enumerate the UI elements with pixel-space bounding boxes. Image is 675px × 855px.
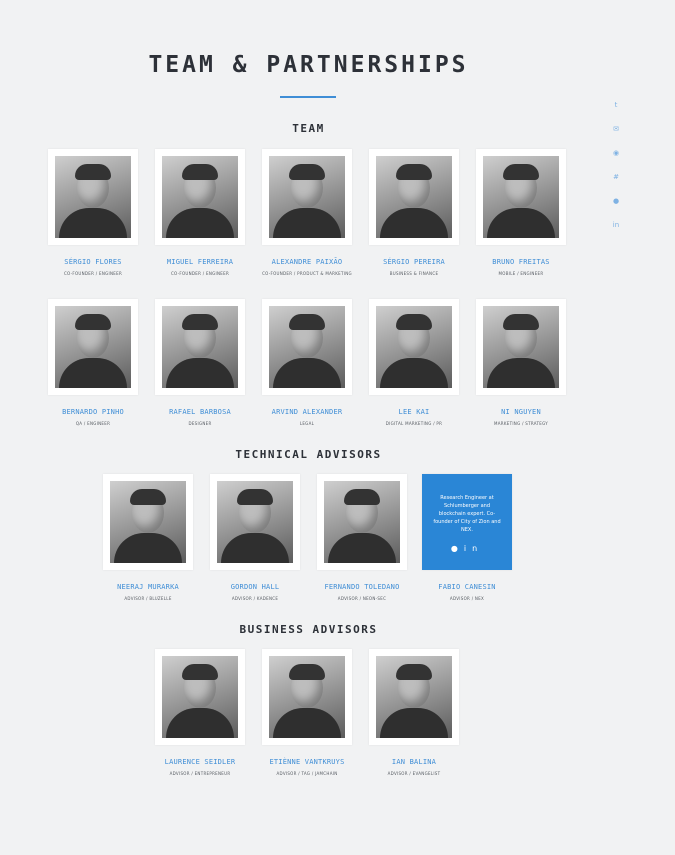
member-role: DESIGNER (188, 421, 212, 426)
photo-frame (369, 149, 459, 245)
bio-social-links: ●in (422, 544, 512, 553)
member-photo (376, 656, 452, 738)
advisor-card[interactable]: GORDON HALL ADVISOR / KADENCE (210, 474, 300, 601)
photo-frame (476, 299, 566, 395)
member-name: GORDON HALL (230, 583, 280, 591)
member-role: LEGAL (299, 421, 315, 426)
reddit-icon[interactable]: ◉ (611, 148, 621, 158)
photo-frame (262, 299, 352, 395)
member-name: BERNARDO PINHO (62, 408, 124, 416)
member-role: MARKETING / STRATEGY (493, 421, 549, 426)
advisor-bio: Research Engineer at Schlumberger and bl… (433, 495, 501, 533)
photo-frame (262, 149, 352, 245)
member-role: ADVISOR / TAG / JAMCHAIN (276, 771, 338, 776)
member-photo (483, 156, 559, 238)
github-icon[interactable]: ● (611, 196, 621, 206)
member-name: FERNANDO TOLEDANO (324, 583, 400, 591)
member-role: CO-FOUNDER / PRODUCT & MARKETING (262, 271, 352, 276)
member-name: SÉRGIO FLORES (64, 258, 122, 266)
member-name: ARVIND ALEXANDER (271, 408, 343, 416)
member-name: LEE KAI (398, 408, 430, 416)
member-photo (324, 481, 400, 563)
member-role: CO-FOUNDER / ENGINEER (170, 271, 230, 276)
advisor-card[interactable]: IAN BALINA ADVISOR / EVANGELIST (369, 649, 459, 776)
member-role: ADVISOR / NEX (449, 596, 485, 601)
team-member-card[interactable]: SÉRGIO FLORES CO-FOUNDER / ENGINEER (48, 149, 138, 276)
member-name: MIGUEL FERREIRA (166, 258, 234, 266)
member-role: BUSINESS & FINANCE (389, 271, 439, 276)
member-photo (269, 656, 345, 738)
member-name: NI NGUYEN (501, 408, 541, 416)
advisor-card[interactable]: Research Engineer at Schlumberger and bl… (422, 474, 512, 601)
photo-frame (262, 649, 352, 745)
photo-frame (155, 299, 245, 395)
member-role: CO-FOUNDER / ENGINEER (63, 271, 123, 276)
advisor-card[interactable]: FERNANDO TOLEDANO ADVISOR / NEON-SEC (317, 474, 407, 601)
member-photo (162, 156, 238, 238)
twitter-icon[interactable]: t (611, 100, 621, 110)
photo-frame (369, 649, 459, 745)
member-photo (269, 156, 345, 238)
member-name: RAFAEL BARBOSA (169, 408, 231, 416)
member-photo (55, 156, 131, 238)
member-role: ADVISOR / ENTREPRENEUR (169, 771, 231, 776)
member-role: ADVISOR / BLUZELLE (124, 596, 172, 601)
technical-advisors-title: TECHNICAL ADVISORS (235, 448, 382, 461)
member-photo (217, 481, 293, 563)
member-photo (376, 306, 452, 388)
member-name: SÉRGIO PEREIRA (383, 258, 445, 266)
photo-frame (476, 149, 566, 245)
member-role: ADVISOR / KADENCE (231, 596, 279, 601)
member-name: FABIO CANESIN (438, 583, 496, 591)
member-photo (162, 306, 238, 388)
member-role: MOBILE / ENGINEER (498, 271, 544, 276)
member-name: LAURENCE SEIDLER (164, 758, 236, 766)
member-role: ADVISOR / EVANGELIST (387, 771, 441, 776)
slack-icon[interactable]: # (611, 172, 621, 182)
member-photo (483, 306, 559, 388)
photo-frame (317, 474, 407, 570)
member-name: ALEXANDRE PAIXÃO (271, 258, 343, 266)
member-name: ETIÈNNE VANTKRUYS (269, 758, 345, 766)
photo-frame (48, 149, 138, 245)
member-name: NEERAJ MURARKA (117, 583, 179, 591)
team-member-card[interactable]: BRUNO FREITAS MOBILE / ENGINEER (476, 149, 566, 276)
photo-frame (155, 149, 245, 245)
member-photo (110, 481, 186, 563)
photo-frame (103, 474, 193, 570)
bio-overlay[interactable]: Research Engineer at Schlumberger and bl… (422, 474, 512, 570)
team-member-card[interactable]: BERNARDO PINHO QA / ENGINEER (48, 299, 138, 426)
github-icon[interactable]: ● (451, 544, 464, 553)
photo-frame (48, 299, 138, 395)
member-photo (55, 306, 131, 388)
team-member-card[interactable]: NI NGUYEN MARKETING / STRATEGY (476, 299, 566, 426)
page-title: TEAM & PARTNERSHIPS (148, 52, 469, 78)
title-underline (280, 96, 336, 98)
member-name: IAN BALINA (391, 758, 437, 766)
team-member-card[interactable]: SÉRGIO PEREIRA BUSINESS & FINANCE (369, 149, 459, 276)
linkedin-icon[interactable]: in (611, 220, 621, 230)
member-role: DIGITAL MARKETING / PR (385, 421, 443, 426)
team-member-card[interactable]: ARVIND ALEXANDER LEGAL (262, 299, 352, 426)
team-member-card[interactable]: LEE KAI DIGITAL MARKETING / PR (369, 299, 459, 426)
advisor-card[interactable]: ETIÈNNE VANTKRUYS ADVISOR / TAG / JAMCHA… (262, 649, 352, 776)
team-member-card[interactable]: RAFAEL BARBOSA DESIGNER (155, 299, 245, 426)
member-photo (376, 156, 452, 238)
member-photo (269, 306, 345, 388)
photo-frame (155, 649, 245, 745)
member-role: ADVISOR / NEON-SEC (337, 596, 387, 601)
team-member-card[interactable]: ALEXANDRE PAIXÃO CO-FOUNDER / PRODUCT & … (262, 149, 352, 276)
member-name: BRUNO FREITAS (492, 258, 550, 266)
advisor-card[interactable]: NEERAJ MURARKA ADVISOR / BLUZELLE (103, 474, 193, 601)
member-role: QA / ENGINEER (75, 421, 111, 426)
team-section-title: TEAM (292, 122, 325, 135)
linkedin-icon[interactable]: in (464, 544, 483, 553)
advisor-card[interactable]: LAURENCE SEIDLER ADVISOR / ENTREPRENEUR (155, 649, 245, 776)
photo-frame (369, 299, 459, 395)
team-member-card[interactable]: MIGUEL FERREIRA CO-FOUNDER / ENGINEER (155, 149, 245, 276)
member-photo (162, 656, 238, 738)
business-advisors-title: BUSINESS ADVISORS (239, 623, 378, 636)
photo-frame (210, 474, 300, 570)
